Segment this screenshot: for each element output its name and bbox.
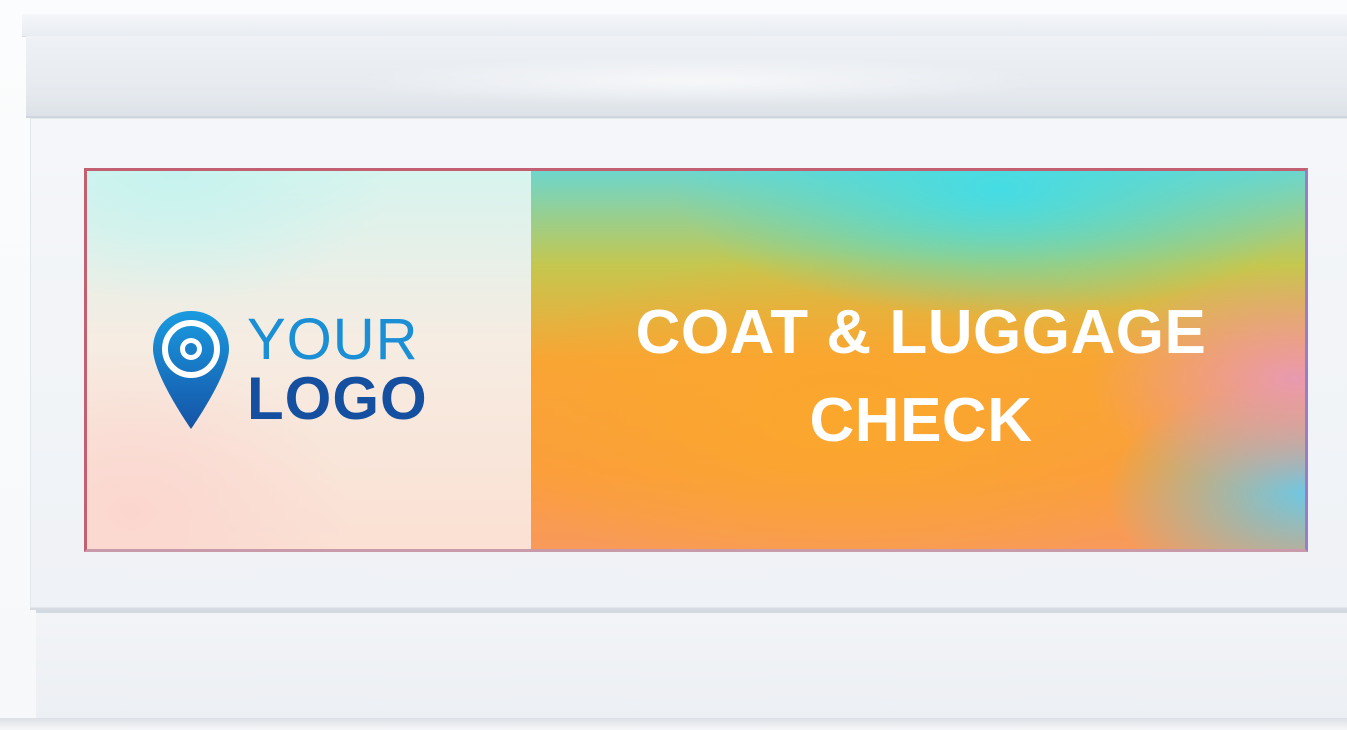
sign-headline-section: COAT & LUGGAGE CHECK [531, 171, 1305, 549]
headline-line-1: COAT & LUGGAGE [635, 298, 1207, 367]
floor [0, 718, 1347, 730]
logo: YOUR LOGO [151, 307, 471, 437]
sign-panel: YOUR LOGO COAT & LUGGAGE CHECK [84, 168, 1308, 552]
sign-logo-section: YOUR LOGO [87, 171, 531, 549]
location-pin-icon [153, 311, 229, 429]
logo-text-your: YOUR [247, 307, 419, 372]
sign-headline: COAT & LUGGAGE CHECK [531, 289, 1305, 465]
counter-upper-band [26, 36, 1347, 118]
scene: YOUR LOGO COAT & LUGGAGE CHECK [0, 0, 1347, 730]
headline-line-2: CHECK [809, 386, 1033, 455]
counter-top-edge [22, 14, 1347, 37]
counter-base [36, 610, 1347, 723]
logo-text-logo: LOGO [247, 365, 428, 432]
